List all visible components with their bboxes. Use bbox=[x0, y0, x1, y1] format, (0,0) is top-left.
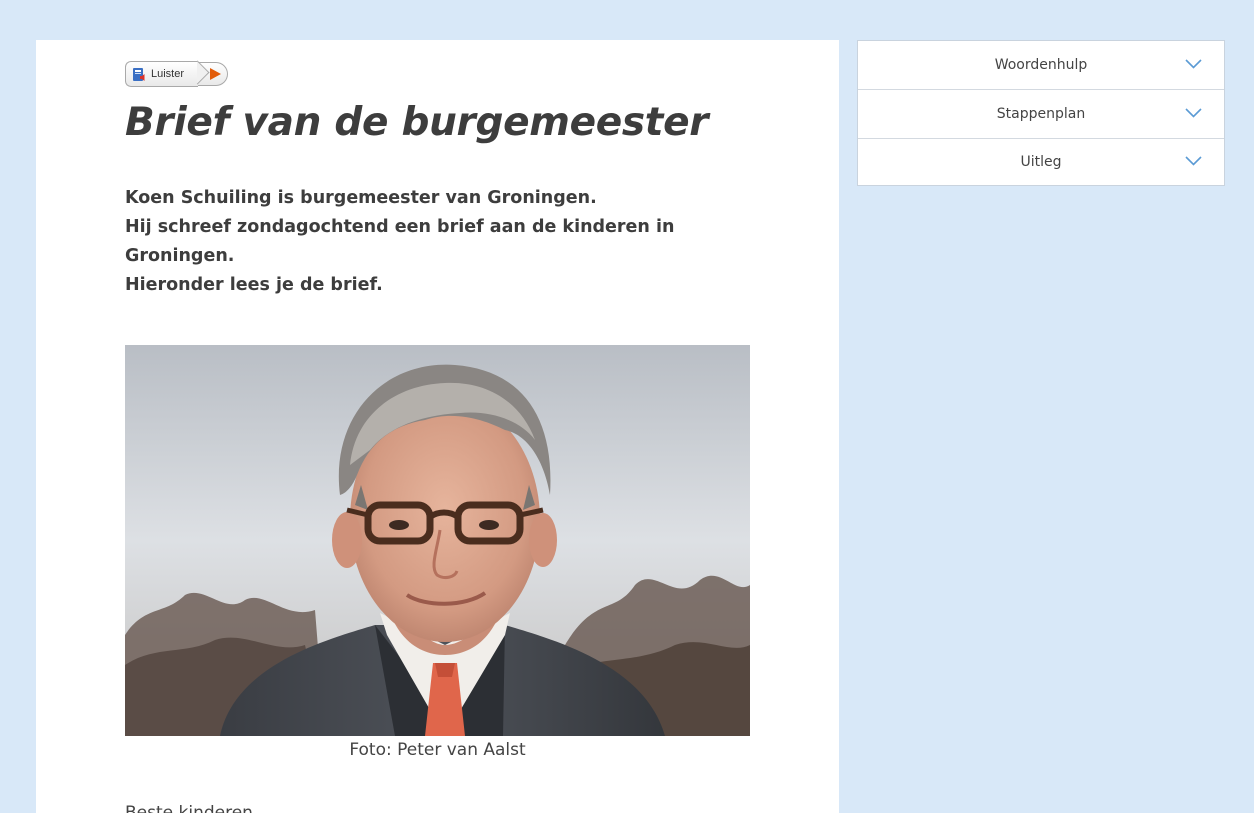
chevron-down-icon bbox=[1185, 156, 1202, 166]
accordion-label: Stappenplan bbox=[996, 106, 1086, 122]
play-icon bbox=[210, 68, 222, 80]
page-title: Brief van de burgemeester bbox=[125, 100, 709, 145]
portrait-image bbox=[125, 345, 750, 736]
article-panel: Luister Brief van de burgemeester Koen S… bbox=[36, 40, 839, 813]
article-intro: Koen Schuiling is burgemeester van Groni… bbox=[125, 184, 765, 300]
listen-label-segment[interactable]: Luister bbox=[125, 61, 199, 87]
accordion-item-uitleg[interactable]: Uitleg bbox=[858, 139, 1224, 185]
accordion-label: Woordenhulp bbox=[994, 57, 1088, 73]
accordion-label: Uitleg bbox=[1020, 154, 1062, 170]
mayor-photo bbox=[125, 345, 750, 736]
intro-line: Koen Schuiling is burgemeester van Groni… bbox=[125, 188, 597, 208]
photo-caption: Foto: Peter van Aalst bbox=[349, 740, 526, 760]
accordion-item-woordenhulp[interactable]: Woordenhulp bbox=[858, 41, 1224, 90]
letter-salutation: Beste kinderen, bbox=[125, 803, 259, 813]
accordion-item-stappenplan[interactable]: Stappenplan bbox=[858, 90, 1224, 139]
chevron-down-icon bbox=[1185, 59, 1202, 69]
intro-line: Hieronder lees je de brief. bbox=[125, 275, 383, 295]
listen-label: Luister bbox=[151, 68, 185, 80]
intro-line: Hij schreef zondagochtend een brief aan … bbox=[125, 217, 675, 266]
page: Luister Brief van de burgemeester Koen S… bbox=[0, 0, 1254, 813]
sidebar-accordion: Woordenhulp Stappenplan Uitleg bbox=[857, 40, 1225, 186]
chevron-down-icon bbox=[1185, 108, 1202, 118]
speaker-icon bbox=[133, 67, 145, 81]
listen-button[interactable]: Luister bbox=[125, 61, 229, 87]
